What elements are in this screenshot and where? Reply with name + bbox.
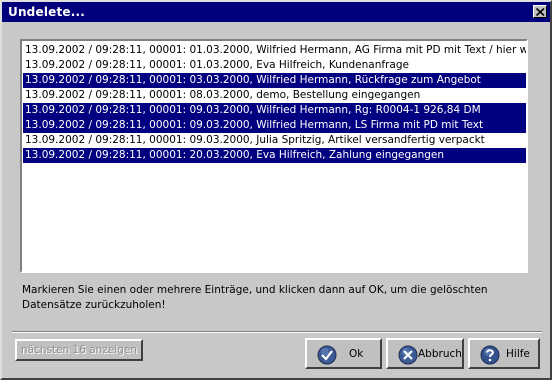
title-bar: Undelete...: [2, 2, 550, 22]
list-item[interactable]: 13.09.2002 / 09:28:11, 00001: 08.03.2000…: [23, 88, 526, 103]
close-icon: [536, 8, 545, 16]
check-icon: [317, 345, 337, 365]
cross-icon: [398, 345, 418, 365]
list-item[interactable]: 13.09.2002 / 09:28:11, 00001: 20.03.2000…: [23, 148, 526, 163]
cancel-label: Abbruch: [418, 347, 462, 360]
ok-label: Ok: [349, 347, 364, 360]
list-item[interactable]: 13.09.2002 / 09:28:11, 00001: 01.03.2000…: [23, 43, 526, 58]
list-item[interactable]: 13.09.2002 / 09:28:11, 00001: 09.03.2000…: [23, 118, 526, 133]
list-item[interactable]: 13.09.2002 / 09:28:11, 00001: 03.03.2000…: [23, 73, 526, 88]
list-item[interactable]: 13.09.2002 / 09:28:11, 00001: 09.03.2000…: [23, 103, 526, 118]
list-item[interactable]: 13.09.2002 / 09:28:11, 00001: 01.03.2000…: [23, 58, 526, 73]
question-icon: [480, 345, 500, 365]
help-button[interactable]: Hilfe: [468, 338, 540, 369]
window-title: Undelete...: [8, 5, 86, 19]
help-label: Hilfe: [506, 347, 530, 360]
list-rows: 13.09.2002 / 09:28:11, 00001: 01.03.2000…: [23, 43, 526, 163]
undelete-dialog: Undelete... 13.09.2002 / 09:28:11, 00001…: [0, 0, 552, 380]
separator: [12, 331, 542, 333]
instruction-text: Markieren Sie einen oder mehrere Einträg…: [22, 284, 488, 311]
deleted-records-list[interactable]: 13.09.2002 / 09:28:11, 00001: 01.03.2000…: [20, 39, 528, 273]
list-item[interactable]: 13.09.2002 / 09:28:11, 00001: 09.03.2000…: [23, 133, 526, 148]
close-button[interactable]: [533, 5, 547, 18]
show-next-label: nächsten 16 anzeigen: [20, 344, 137, 356]
cancel-button[interactable]: Abbruch: [386, 338, 464, 369]
ok-button[interactable]: Ok: [305, 338, 382, 369]
show-next-button[interactable]: nächsten 16 anzeigen: [15, 339, 143, 361]
